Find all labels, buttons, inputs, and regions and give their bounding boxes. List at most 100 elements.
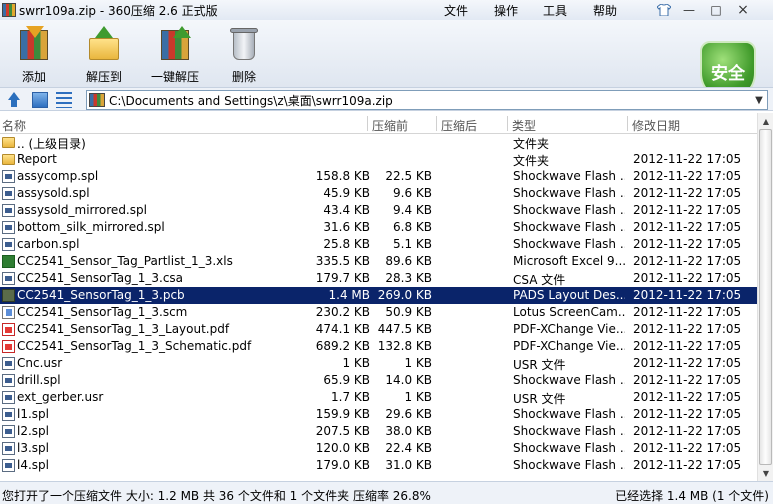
extract-to-button[interactable]: 解压到 (82, 26, 126, 85)
file-modified-date: 2012-11-22 17:05 (633, 305, 742, 319)
extract-folder-icon (86, 26, 122, 62)
file-row[interactable]: l4.spl 179.0 KB 31.0 KB Shockwave Flash ...… (0, 457, 757, 474)
file-type: Shockwave Flash ... (513, 169, 625, 183)
file-packed-size: 1.4 MB (328, 288, 370, 302)
file-row[interactable]: CC2541_SensorTag_1_3.scm 230.2 KB 50.9 KB L… (0, 304, 757, 321)
pdf-file-icon (2, 340, 15, 353)
file-packed-size: 43.4 KB (323, 203, 370, 217)
file-compressed-size: 29.6 KB (385, 407, 432, 421)
file-row[interactable]: l3.spl 120.0 KB 22.4 KB Shockwave Flash ...… (0, 440, 757, 457)
file-row[interactable]: assysold_mirrored.spl 43.4 KB 9.4 KB Shockw… (0, 202, 757, 219)
file-row[interactable]: l2.spl 207.5 KB 38.0 KB Shockwave Flash ...… (0, 423, 757, 440)
column-header-packed[interactable]: 压缩前 (372, 117, 408, 134)
scroll-up-arrow-icon[interactable]: ▲ (758, 113, 773, 129)
file-name: CC2541_SensorTag_1_3.scm (17, 305, 188, 319)
file-type: PDF-XChange Vie... (513, 339, 625, 353)
file-name: l1.spl (17, 407, 49, 421)
file-row[interactable]: Cnc.usr 1 KB 1 KB USR 文件 2012-11-22 17:05 (0, 355, 757, 372)
file-packed-size: 25.8 KB (323, 237, 370, 251)
file-type: PADS Layout Des... (513, 288, 625, 302)
address-path: C:\Documents and Settings\z\桌面\swrr109a.… (109, 93, 393, 108)
menu-tools[interactable]: 工具 (543, 2, 567, 19)
file-row[interactable]: Report 文件夹 2012-11-22 17:05 (0, 151, 757, 168)
file-type: Shockwave Flash ... (513, 458, 625, 472)
file-row[interactable]: bottom_silk_mirrored.spl 31.6 KB 6.8 KB Sho… (0, 219, 757, 236)
minimize-button[interactable]: — (679, 1, 699, 18)
file-row[interactable]: drill.spl 65.9 KB 14.0 KB Shockwave Flash .… (0, 372, 757, 389)
maximize-button[interactable]: □ (706, 1, 726, 18)
pcb-file-icon (2, 289, 15, 302)
file-packed-size: 689.2 KB (315, 339, 370, 353)
file-row[interactable]: assycomp.spl 158.8 KB 22.5 KB Shockwave Fla… (0, 168, 757, 185)
file-modified-date: 2012-11-22 17:05 (633, 322, 742, 336)
vertical-scrollbar[interactable]: ▲ ▼ (757, 113, 773, 481)
chevron-down-icon[interactable]: ▼ (751, 91, 767, 109)
file-modified-date: 2012-11-22 17:05 (633, 152, 742, 166)
file-modified-date: 2012-11-22 17:05 (633, 169, 742, 183)
menu-operate[interactable]: 操作 (494, 2, 518, 19)
file-type: CSA 文件 (513, 273, 566, 287)
file-modified-date: 2012-11-22 17:05 (633, 186, 742, 200)
file-row[interactable]: l1.spl 159.9 KB 29.6 KB Shockwave Flash ...… (0, 406, 757, 423)
file-name: carbon.spl (17, 237, 80, 251)
file-row[interactable]: assysold.spl 45.9 KB 9.6 KB Shockwave Flash… (0, 185, 757, 202)
add-button[interactable]: 添加 (14, 26, 54, 85)
one-click-extract-label: 一键解压 (150, 70, 199, 84)
column-header-name[interactable]: 名称 (2, 117, 26, 134)
file-packed-size: 335.5 KB (315, 254, 370, 268)
menu-help[interactable]: 帮助 (593, 2, 617, 19)
column-header-date[interactable]: 修改日期 (632, 117, 680, 134)
file-name: CC2541_SensorTag_1_3.pcb (17, 288, 185, 302)
scroll-down-arrow-icon[interactable]: ▼ (758, 465, 773, 481)
file-row[interactable]: ext_gerber.usr 1.7 KB 1 KB USR 文件 2012-11-22… (0, 389, 757, 406)
file-compressed-size: 269.0 KB (377, 288, 432, 302)
file-compressed-size: 1 KB (404, 390, 432, 404)
file-compressed-size: 38.0 KB (385, 424, 432, 438)
file-type: Shockwave Flash ... (513, 441, 625, 455)
file-type: USR 文件 (513, 392, 566, 406)
file-row[interactable]: .. (上级目录) 文件夹 (0, 134, 757, 151)
title-bar: swrr109a.zip - 360压缩 2.6 正式版 文件 操作 工具 帮助… (0, 0, 773, 20)
file-packed-size: 65.9 KB (323, 373, 370, 387)
file-row[interactable]: CC2541_SensorTag_1_3.csa 179.7 KB 28.3 KB C… (0, 270, 757, 287)
file-type: PDF-XChange Vie... (513, 322, 625, 336)
status-archive-info: 您打开了一个压缩文件 大小: 1.2 MB 共 36 个文件和 1 个文件夹 压… (2, 489, 431, 503)
spl-file-icon (2, 357, 15, 370)
file-packed-size: 120.0 KB (315, 441, 370, 455)
file-packed-size: 179.0 KB (315, 458, 370, 472)
file-row[interactable]: CC2541_SensorTag_1_3_Schematic.pdf 689.2 … (0, 338, 757, 355)
skin-shirt-icon[interactable] (654, 1, 674, 18)
app-archive-icon (2, 3, 16, 17)
file-modified-date: 2012-11-22 17:05 (633, 203, 742, 217)
file-name: assycomp.spl (17, 169, 99, 183)
thumbnail-view-icon[interactable] (32, 92, 48, 108)
list-view-icon[interactable] (56, 92, 72, 108)
file-type: Lotus ScreenCam... (513, 305, 625, 319)
address-input[interactable]: C:\Documents and Settings\z\桌面\swrr109a.… (86, 90, 768, 110)
file-type: 文件夹 (513, 137, 550, 151)
scroll-thumb[interactable] (759, 129, 772, 465)
file-row[interactable]: CC2541_SensorTag_1_3_Layout.pdf 474.1 KB 4… (0, 321, 757, 338)
file-name: CC2541_SensorTag_1_3_Schematic.pdf (17, 339, 252, 353)
pdf-file-icon (2, 323, 15, 336)
menu-file[interactable]: 文件 (444, 2, 468, 19)
file-name: Report (17, 152, 57, 166)
column-header-size[interactable]: 压缩后 (441, 117, 477, 134)
folder-icon (2, 154, 15, 165)
file-type: Shockwave Flash ... (513, 186, 625, 200)
file-packed-size: 474.1 KB (315, 322, 370, 336)
file-type: Shockwave Flash ... (513, 373, 625, 387)
file-modified-date: 2012-11-22 17:05 (633, 441, 742, 455)
file-row[interactable]: CC2541_SensorTag_1_3.pcb 1.4 MB 269.0 KB PA… (0, 287, 757, 304)
up-level-icon[interactable] (6, 92, 22, 108)
file-modified-date: 2012-11-22 17:05 (633, 288, 742, 302)
file-list: 名称 压缩前 压缩后 类型 修改日期 .. (上级目录) 文件夹 Report 文件夹… (0, 113, 757, 481)
column-header-type[interactable]: 类型 (512, 117, 536, 134)
file-packed-size: 1.7 KB (331, 390, 370, 404)
file-row[interactable]: carbon.spl 25.8 KB 5.1 KB Shockwave Flash .… (0, 236, 757, 253)
one-click-extract-button[interactable]: 一键解压 (148, 26, 202, 85)
file-row[interactable]: CC2541_Sensor_Tag_Partlist_1_3.xls 335.5 … (0, 253, 757, 270)
close-button[interactable]: × (733, 1, 753, 18)
delete-button[interactable]: 删除 (224, 26, 264, 85)
file-compressed-size: 132.8 KB (377, 339, 432, 353)
